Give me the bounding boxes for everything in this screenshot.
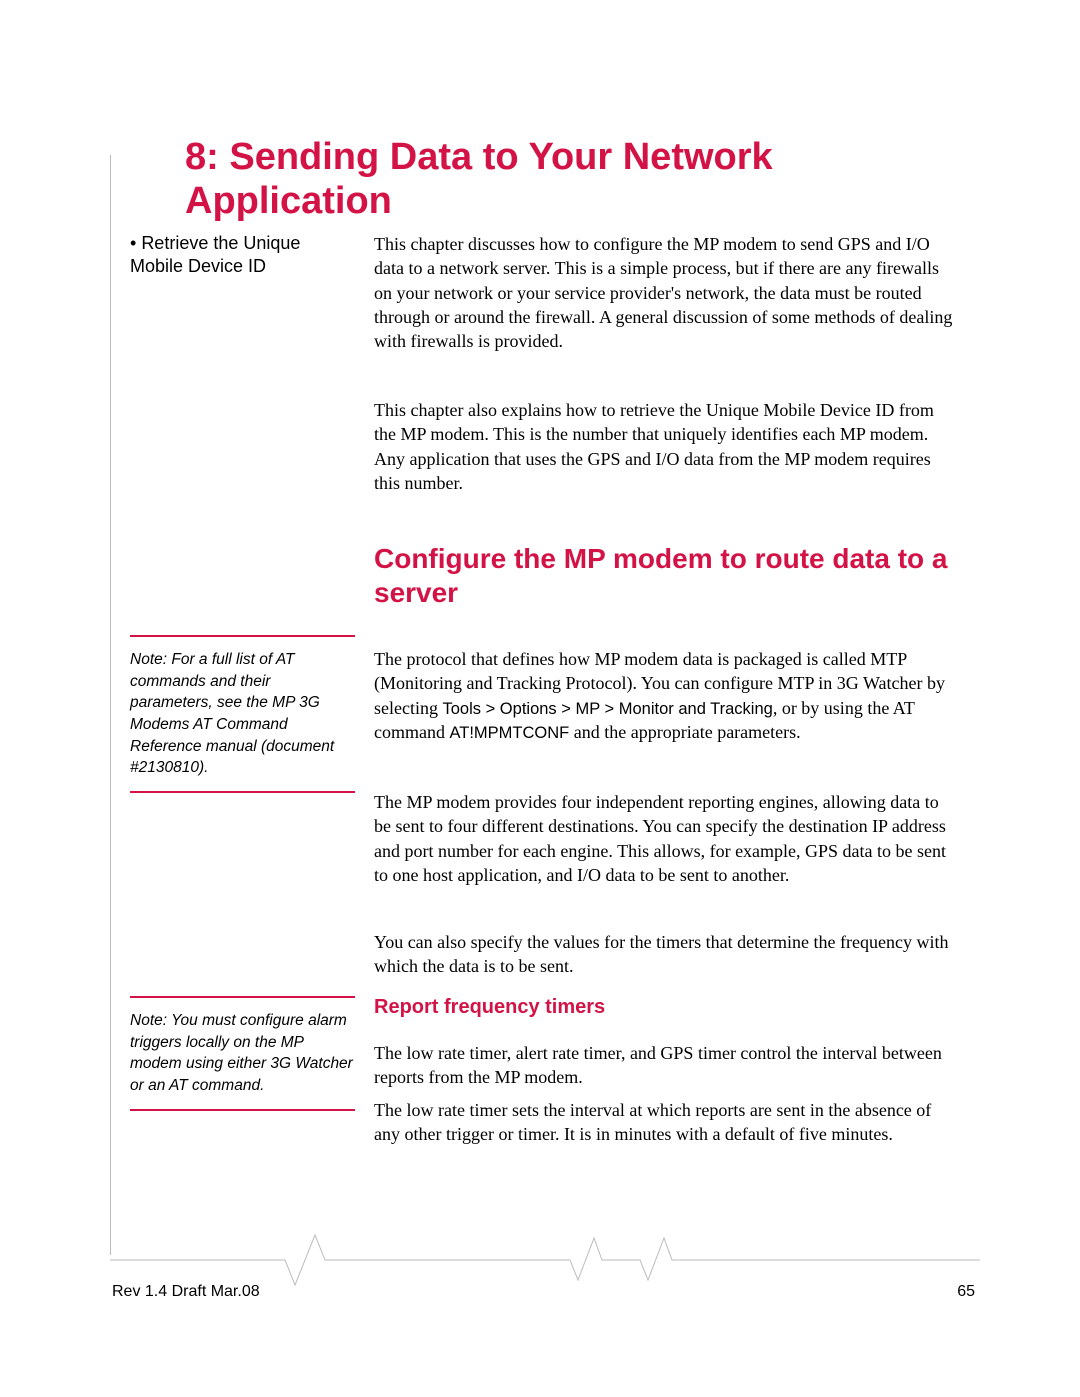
note-text: Note: For a full list of AT commands and… xyxy=(130,649,355,779)
at-command-text: AT!MPMTCONF xyxy=(449,724,569,742)
subsection-heading-timers: Report frequency timers xyxy=(374,996,956,1019)
note-bottom-rule xyxy=(130,791,355,793)
config-para1-end: and the appropriate parameters. xyxy=(569,722,800,742)
left-margin-line xyxy=(110,155,111,1255)
footer-page-number: 65 xyxy=(957,1283,975,1301)
sidebar-bullet-item: • Retrieve the Unique Mobile Device ID xyxy=(130,232,350,279)
sidebar-note-at-commands: Note: For a full list of AT commands and… xyxy=(130,635,355,793)
config-paragraph-2: The MP modem provides four independent r… xyxy=(374,790,956,887)
config-paragraph-1: The protocol that defines how MP modem d… xyxy=(374,647,956,744)
bullet-marker: • xyxy=(130,233,141,253)
sidebar-note-alarm-triggers: Note: You must configure alarm triggers … xyxy=(130,996,355,1111)
intro-paragraph-1: This chapter discusses how to configure … xyxy=(374,232,956,353)
footer-ecg-decoration xyxy=(110,1230,980,1290)
document-page: 8: Sending Data to Your Network Applicat… xyxy=(0,0,1080,1397)
intro-paragraph-2: This chapter also explains how to retrie… xyxy=(374,398,956,495)
note-top-rule xyxy=(130,996,355,998)
report-paragraph-1: The low rate timer, alert rate timer, an… xyxy=(374,1041,956,1090)
menu-path-text: Tools > Options > MP > Monitor and Track… xyxy=(442,700,772,718)
note-bottom-rule xyxy=(130,1109,355,1111)
section-heading-configure: Configure the MP modem to route data to … xyxy=(374,542,956,609)
note-text: Note: You must configure alarm triggers … xyxy=(130,1010,355,1097)
report-paragraph-2: The low rate timer sets the interval at … xyxy=(374,1098,956,1147)
config-paragraph-3: You can also specify the values for the … xyxy=(374,930,956,979)
footer-revision-text: Rev 1.4 Draft Mar.08 xyxy=(112,1283,260,1301)
note-top-rule xyxy=(130,635,355,637)
sidebar-bullet-text: Retrieve the Unique Mobile Device ID xyxy=(130,233,300,276)
chapter-title: 8: Sending Data to Your Network Applicat… xyxy=(185,136,985,223)
